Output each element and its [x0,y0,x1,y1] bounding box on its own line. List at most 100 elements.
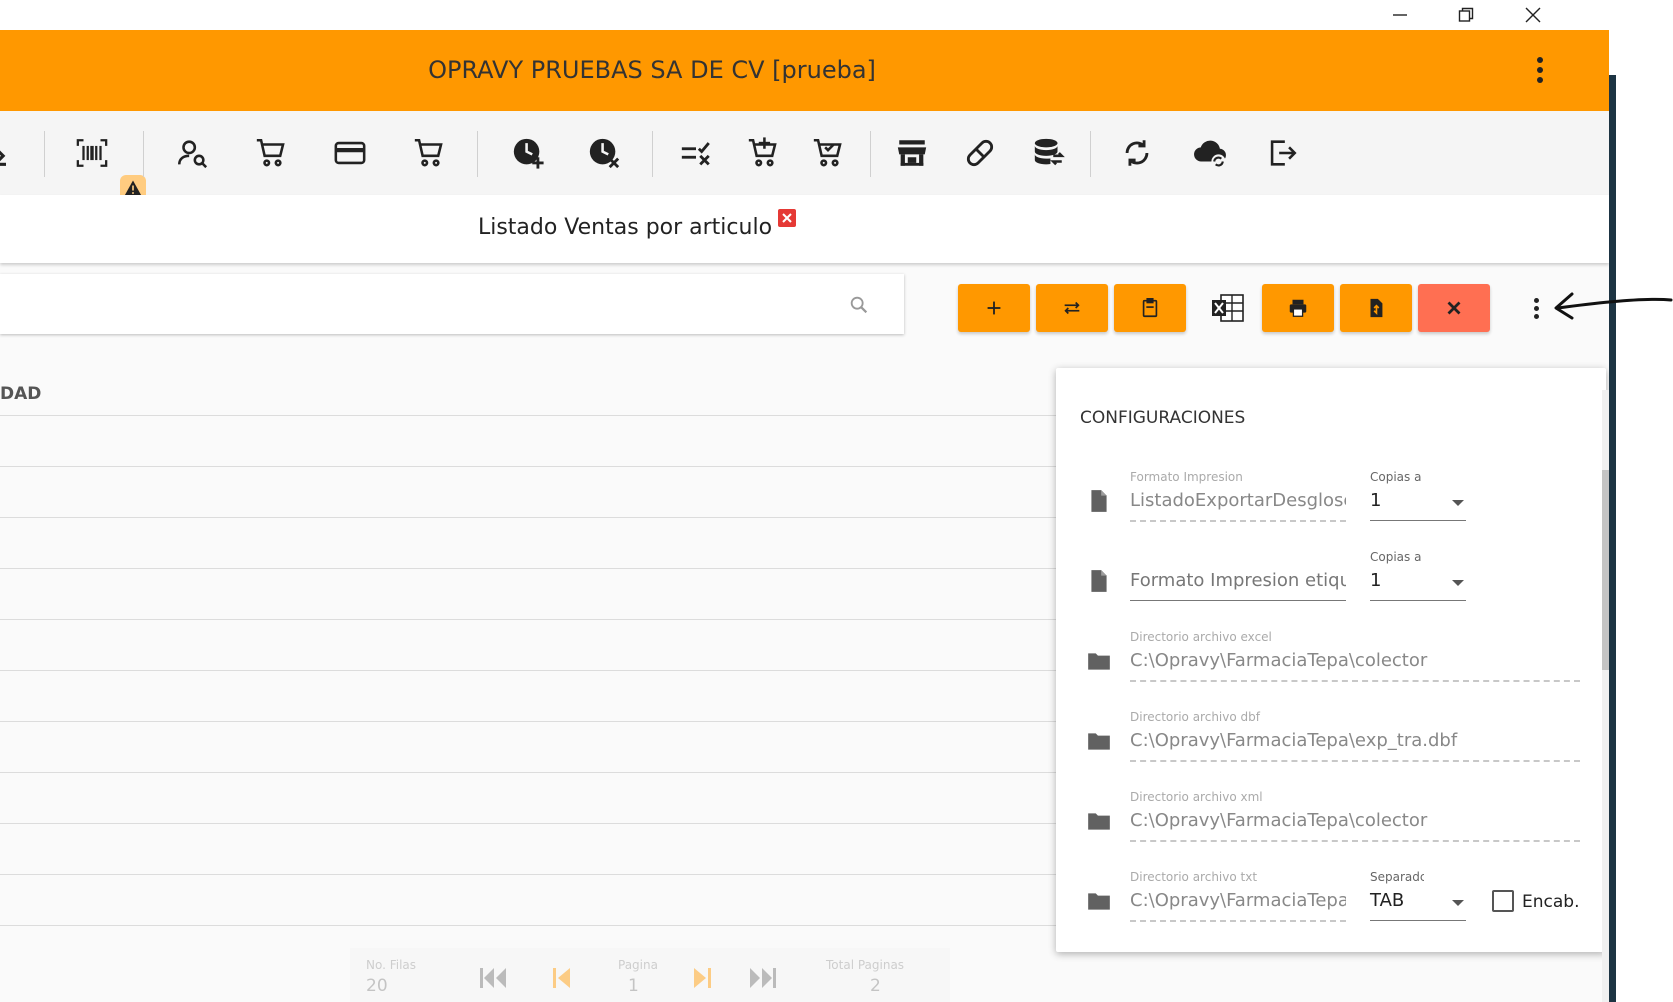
sync-icon[interactable] [1117,133,1157,173]
first-page-icon[interactable] [478,966,508,990]
cart-icon[interactable] [251,133,291,173]
header-menu-kebab-icon[interactable] [1530,52,1550,88]
swap-button[interactable] [1036,284,1108,332]
dbf-dir-label: Directorio archivo dbf [1130,710,1260,724]
config-title: CONFIGURACIONES [1080,408,1246,428]
field-underline [1130,600,1346,601]
field-underline [1370,600,1466,601]
pager: No. Filas 20 Pagina 1 Total Paginas 2 [350,948,950,1002]
copies-label: Copias a [1370,470,1422,484]
excel-export-button[interactable] [1192,284,1264,332]
search-input[interactable] [10,284,834,324]
field-underline [1370,920,1466,921]
dbf-dir-value[interactable]: C:\Opravy\FarmaciaTepa\exp_tra.dbf [1130,730,1580,751]
table-row[interactable] [0,619,1060,620]
print-button[interactable] [1262,284,1334,332]
folder-icon [1088,733,1110,750]
table-row[interactable] [0,415,1060,416]
folder-icon [1088,653,1110,670]
page-title: Listado Ventas por articulo [477,215,773,240]
restore-icon [1458,7,1474,22]
table-row[interactable] [0,925,1060,926]
next-page-icon[interactable] [690,966,714,990]
list-check-icon[interactable] [676,133,716,173]
clock-x-icon[interactable] [584,133,624,173]
minimize-button[interactable] [1367,0,1433,30]
table-row[interactable] [0,466,1060,467]
folder-icon [1088,813,1110,830]
file-icon [1091,490,1107,512]
database-sync-icon[interactable] [1029,133,1069,173]
partial-icon[interactable] [0,133,26,173]
rows-value[interactable]: 20 [366,976,388,996]
table-row[interactable] [0,517,1060,518]
excel-icon [1212,294,1244,322]
clock-plus-icon[interactable] [508,133,548,173]
store-icon[interactable] [892,133,932,173]
cart-alt-icon[interactable] [409,133,449,173]
clipboard-icon [1142,298,1158,318]
separator-select[interactable]: TAB [1370,890,1404,911]
file-icon [1091,570,1107,592]
search-user-icon[interactable] [172,133,212,173]
copies-select[interactable]: 1 [1370,490,1381,511]
toolbar-separator [1090,131,1091,177]
rows-label: No. Filas [366,958,417,972]
chevron-down-icon[interactable] [1452,900,1464,906]
options-kebab-icon[interactable] [1526,292,1546,324]
page-label: Pagina [618,958,658,972]
copies-label: Copias a [1370,550,1422,564]
separator-label: Separadc [1370,870,1424,884]
logout-icon[interactable] [1262,133,1302,173]
swap-icon [1064,301,1080,315]
clipboard-button[interactable] [1114,284,1186,332]
close-window-button[interactable] [1500,0,1566,30]
company-title: OPRAVY PRUEBAS SA DE CV [prueba] [428,56,876,84]
search-icon[interactable] [848,294,870,316]
page-value: 1 [628,976,639,996]
table-row[interactable] [0,823,1060,824]
prev-page-icon[interactable] [550,966,574,990]
close-x-icon [1447,301,1461,315]
label-format-row: Formato Impresion etiquet Copias a 1 [1056,544,1606,614]
add-button[interactable] [958,284,1030,332]
scrollbar-thumb[interactable] [1602,470,1609,670]
txt-dir-value[interactable]: C:\Opravy\FarmaciaTepa\cc [1130,890,1346,911]
cart-plus-icon[interactable] [743,133,783,173]
table-row[interactable] [0,874,1060,875]
header-checkbox[interactable] [1492,890,1514,912]
print-format-label: Formato Impresion [1130,470,1243,484]
restore-button[interactable] [1433,0,1499,30]
cart-check-icon[interactable] [808,133,848,173]
table-row[interactable] [0,568,1060,569]
pill-icon[interactable] [960,133,1000,173]
total-pages-label: Total Paginas [826,958,905,972]
chevron-down-icon[interactable] [1452,500,1464,506]
app-header: OPRAVY PRUEBAS SA DE CV [prueba] [0,30,1609,111]
field-underline [1130,520,1346,522]
toolbar-separator [477,131,478,177]
toolbar-separator [143,131,144,177]
credit-card-icon[interactable] [330,133,370,173]
txt-dir-label: Directorio archivo txt [1130,870,1258,884]
plus-icon [987,301,1001,315]
table-row[interactable] [0,721,1060,722]
print-format-value[interactable]: ListadoExportarDesglosesD [1130,490,1346,511]
toolbar-separator [44,131,45,177]
close-tab-button[interactable] [778,209,796,227]
table-row[interactable] [0,670,1060,671]
export-file-button[interactable] [1340,284,1412,332]
label-format-input[interactable]: Formato Impresion etiquet [1130,570,1346,591]
copies-select[interactable]: 1 [1370,570,1381,591]
chevron-down-icon[interactable] [1452,580,1464,586]
barcode-icon[interactable] [72,133,112,173]
printer-icon [1289,299,1307,317]
config-panel: CONFIGURACIONES Formato Impresion Listad… [1056,368,1606,952]
toolbar-separator [870,131,871,177]
cloud-sync-icon[interactable] [1190,133,1230,173]
table-row[interactable] [0,772,1060,773]
excel-dir-value[interactable]: C:\Opravy\FarmaciaTepa\colector [1130,650,1580,671]
xml-dir-value[interactable]: C:\Opravy\FarmaciaTepa\colector [1130,810,1580,831]
last-page-icon[interactable] [748,966,778,990]
close-button[interactable] [1418,284,1490,332]
